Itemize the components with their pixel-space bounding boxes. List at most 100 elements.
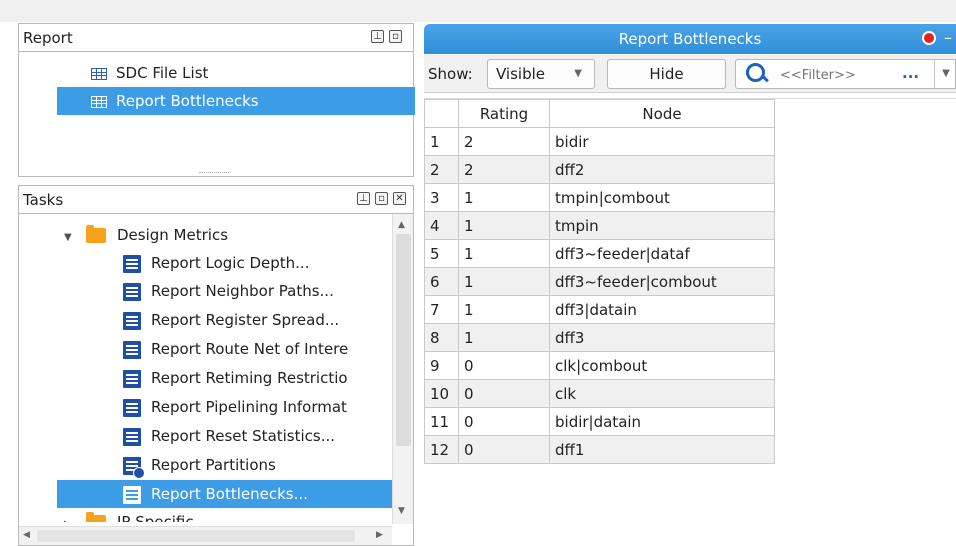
report-panel-header: Report ⊥ ▫ <box>18 23 414 52</box>
document-icon <box>123 427 141 446</box>
table-row[interactable]: 6 1 dff3~feeder|combout <box>424 267 775 296</box>
chevron-right-icon[interactable]: ▶ <box>64 511 86 522</box>
search-icon <box>746 63 765 82</box>
document-icon <box>123 311 141 330</box>
table-row[interactable]: 10 0 clk <box>424 379 775 408</box>
chevron-down-icon[interactable]: ▼ <box>64 224 86 252</box>
rating-cell: 2 <box>458 155 550 184</box>
document-icon <box>123 282 141 301</box>
float-icon[interactable]: ▫ <box>389 30 402 43</box>
task-report-partitions[interactable]: Report Partitions <box>123 451 388 479</box>
node-cell: bidir <box>549 127 775 156</box>
rating-cell: 1 <box>458 267 550 296</box>
report-panel-title: Report <box>23 29 73 47</box>
row-index-cell: 8 <box>424 323 459 352</box>
table-icon <box>91 67 107 80</box>
report-item-label: SDC File List <box>116 64 209 82</box>
folder-design-metrics[interactable]: ▼ Design Metrics <box>64 221 384 249</box>
close-tab-icon[interactable] <box>922 31 936 45</box>
report-item-report-bottlenecks[interactable]: Report Bottlenecks <box>57 87 448 115</box>
pin-icon[interactable]: ⊥ <box>371 30 384 43</box>
horizontal-scrollbar[interactable]: ◀ ▶ <box>19 526 392 545</box>
node-cell: clk|combout <box>549 351 775 380</box>
node-cell: clk <box>549 379 775 408</box>
folder-ip-specific[interactable]: ▶ IP Specific <box>64 508 384 522</box>
task-label: Report Partitions <box>151 456 276 474</box>
more-options-button[interactable]: ... <box>902 64 919 82</box>
show-dropdown[interactable]: Visible ▼ <box>487 59 595 89</box>
scroll-up-arrow[interactable]: ▲ <box>398 220 405 230</box>
task-report-bottlenecks[interactable]: Report Bottlenecks... <box>57 480 413 508</box>
chevron-down-icon: ▼ <box>574 68 582 79</box>
pane-splitter[interactable] <box>415 22 424 546</box>
rating-cell: 1 <box>458 323 550 352</box>
folder-icon <box>86 225 106 243</box>
show-dropdown-value: Visible <box>496 65 545 83</box>
rating-cell: 0 <box>458 351 550 380</box>
document-icon <box>123 369 141 388</box>
scrollbar-thumb[interactable] <box>37 530 355 542</box>
column-header-index[interactable] <box>424 99 459 128</box>
row-index-cell: 12 <box>424 435 459 464</box>
document-clock-icon <box>123 456 145 479</box>
task-report-register-spread[interactable]: Report Register Spread... <box>123 306 388 334</box>
document-icon <box>123 398 141 417</box>
node-cell: dff1 <box>549 435 775 464</box>
scroll-down-arrow[interactable]: ▼ <box>398 506 405 516</box>
report-item-sdc-file-list[interactable]: SDC File List <box>59 59 445 87</box>
scrollbar-thumb[interactable] <box>396 234 411 446</box>
filter-dropdown-chevron[interactable]: ▼ <box>934 60 956 88</box>
table-row[interactable]: 4 1 tmpin <box>424 211 775 240</box>
node-cell: bidir|datain <box>549 407 775 436</box>
row-index-cell: 5 <box>424 239 459 268</box>
pin-icon[interactable]: ⊥ <box>357 192 370 205</box>
table-row[interactable]: 2 2 dff2 <box>424 155 775 184</box>
float-icon[interactable]: ▫ <box>375 192 388 205</box>
report-item-label: Report Bottlenecks <box>116 92 259 110</box>
report-tab[interactable]: Report Bottlenecks – <box>424 24 956 54</box>
node-cell: dff3|datain <box>549 295 775 324</box>
tasks-panel-header: Tasks ⊥ ▫ ✕ <box>19 186 413 214</box>
filter-input[interactable] <box>778 64 892 86</box>
task-label: Report Register Spread... <box>151 311 340 329</box>
table-row[interactable]: 11 0 bidir|datain <box>424 407 775 436</box>
report-panel: Report ⊥ ▫ SDC File List Report Bottlene… <box>18 23 448 177</box>
filter-toolbar: Show: Visible ▼ Hide ... ▼ <box>424 55 956 93</box>
task-report-retiming-restrictions[interactable]: Report Retiming Restrictio <box>123 364 388 392</box>
close-icon[interactable]: ✕ <box>393 192 406 205</box>
table-row[interactable]: 3 1 tmpin|combout <box>424 183 775 212</box>
splitter-handle[interactable] <box>199 172 229 174</box>
row-index-cell: 4 <box>424 211 459 240</box>
filter-field[interactable]: ... ▼ <box>735 59 956 89</box>
table-row[interactable]: 5 1 dff3~feeder|dataf <box>424 239 775 268</box>
task-report-reset-statistics[interactable]: Report Reset Statistics... <box>123 422 388 450</box>
node-cell: dff3 <box>549 323 775 352</box>
row-index-cell: 10 <box>424 379 459 408</box>
vertical-scrollbar[interactable]: ▲ ▼ <box>392 214 413 524</box>
scroll-right-arrow[interactable]: ▶ <box>376 530 383 540</box>
table-row[interactable]: 8 1 dff3 <box>424 323 775 352</box>
document-icon <box>123 485 141 504</box>
document-icon <box>123 254 141 273</box>
tasks-panel: Tasks ⊥ ▫ ✕ ▼ Design Metrics Report Logic… <box>18 185 414 546</box>
task-report-pipelining-information[interactable]: Report Pipelining Informat <box>123 393 388 421</box>
column-header-rating[interactable]: Rating <box>458 99 550 128</box>
table-row[interactable]: 1 2 bidir <box>424 127 775 156</box>
task-label: Report Retiming Restrictio <box>151 369 348 387</box>
task-report-neighbor-paths[interactable]: Report Neighbor Paths... <box>123 277 388 305</box>
row-index-cell: 7 <box>424 295 459 324</box>
tab-overflow-icon[interactable]: – <box>944 28 952 47</box>
hide-button[interactable]: Hide <box>607 59 726 89</box>
row-index-cell: 9 <box>424 351 459 380</box>
task-report-logic-depth[interactable]: Report Logic Depth... <box>123 249 388 277</box>
scroll-left-arrow[interactable]: ◀ <box>23 530 30 540</box>
tasks-panel-title: Tasks <box>23 191 64 209</box>
task-report-route-net[interactable]: Report Route Net of Intere <box>123 335 388 363</box>
table-row[interactable]: 9 0 clk|combout <box>424 351 775 380</box>
table-row[interactable]: 7 1 dff3|datain <box>424 295 775 324</box>
rating-cell: 2 <box>458 127 550 156</box>
node-cell: dff3~feeder|dataf <box>549 239 775 268</box>
column-header-node[interactable]: Node <box>549 99 775 128</box>
folder-icon <box>86 512 106 522</box>
table-row[interactable]: 12 0 dff1 <box>424 435 775 464</box>
